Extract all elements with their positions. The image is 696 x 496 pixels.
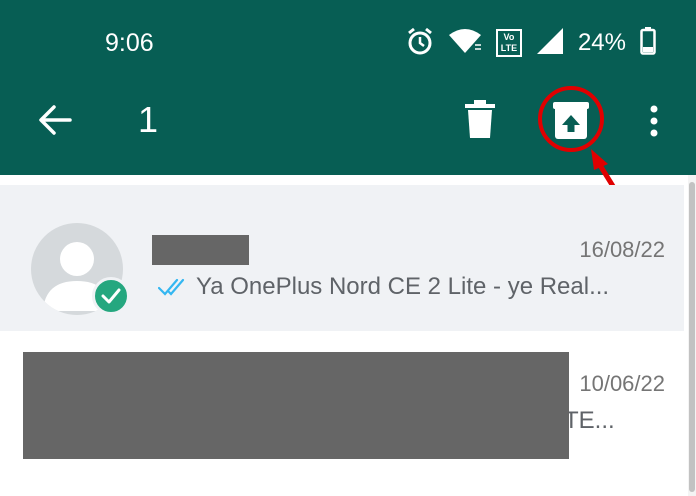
check-icon — [101, 288, 121, 304]
message-preview-text: Ya OnePlus Nord CE 2 Lite - ye Real... — [196, 273, 610, 300]
more-vert-icon — [650, 105, 658, 137]
more-options-button[interactable] — [640, 101, 668, 141]
message-preview: Ya OnePlus Nord CE 2 Lite - ye Real... — [158, 273, 609, 301]
wifi-icon — [448, 28, 482, 59]
trash-icon — [465, 100, 495, 138]
signal-icon — [536, 27, 564, 60]
delete-button[interactable] — [462, 98, 498, 140]
battery-percentage: 24% — [577, 29, 626, 56]
volte-icon: Vo LTE — [495, 29, 522, 57]
selected-check-badge — [92, 277, 130, 315]
arrow-left-icon — [39, 105, 72, 135]
chat-date: 16/08/22 — [579, 237, 665, 262]
redacted-block — [23, 352, 569, 459]
selected-count: 1 — [138, 99, 159, 140]
battery-icon — [640, 26, 656, 60]
back-button[interactable] — [36, 100, 76, 140]
chat-list: 16/08/22 Ya OnePlus Nord CE 2 Lite - ye … — [0, 175, 696, 496]
status-icons: Vo LTE 24% — [406, 26, 656, 60]
scrollbar-thumb[interactable] — [689, 182, 695, 492]
chat-row[interactable]: 10/06/22 TE... — [0, 341, 684, 496]
chat-row[interactable]: 16/08/22 Ya OnePlus Nord CE 2 Lite - ye … — [0, 185, 684, 331]
contact-name-redacted — [152, 235, 249, 265]
alarm-icon — [406, 26, 434, 61]
message-preview-text: TE... — [564, 407, 615, 434]
status-time: 9:06 — [105, 29, 154, 57]
double-check-read-icon — [158, 278, 185, 296]
chat-date: 10/06/22 — [579, 371, 665, 396]
